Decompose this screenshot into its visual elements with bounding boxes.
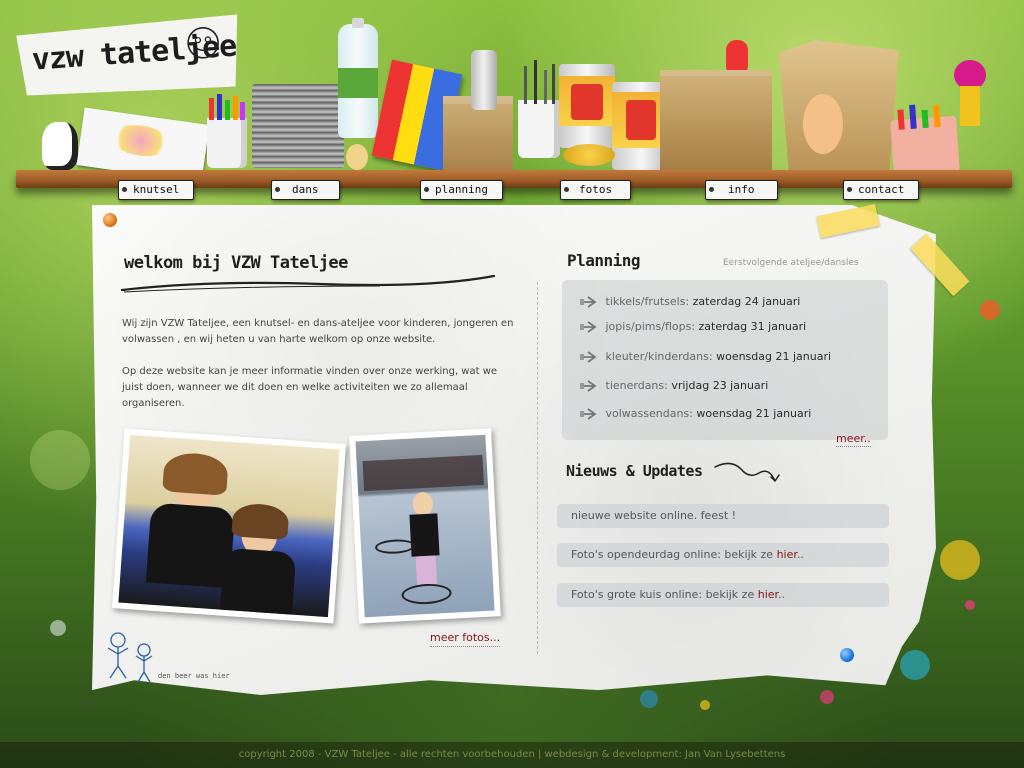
arrow-right-icon: [580, 296, 597, 308]
signature-text: den beer was hier: [158, 672, 230, 680]
news-item: Foto's grote kuis online: bekijk ze hier…: [557, 583, 889, 607]
planning-row: jopis/pims/flops: zaterdag 31 januari: [578, 320, 806, 336]
robot-toy: [471, 50, 497, 110]
footer-text: copyright 2008 - VZW Tateljee - alle rec…: [238, 749, 786, 760]
arrow-right-icon: [580, 380, 597, 392]
arrow-right-icon: [580, 408, 597, 420]
photo-girls-crafting[interactable]: [111, 428, 347, 624]
arrow-right-icon: [580, 321, 597, 333]
planning-row: tienerdans: vrijdag 23 januari: [578, 379, 768, 395]
cd-stack: [252, 84, 344, 168]
planning-title: Planning: [567, 251, 641, 270]
nav-knutsel[interactable]: knutsel: [118, 180, 195, 200]
marker-cup: [207, 94, 247, 168]
paint-lid: [563, 144, 615, 166]
planning-label: volwassendans:: [605, 407, 693, 420]
nav-dans[interactable]: dans: [271, 180, 340, 200]
news-link[interactable]: hier: [758, 588, 778, 601]
nav-contact[interactable]: contact: [843, 180, 920, 200]
brush-cup: [518, 60, 560, 158]
planning-row: volwassendans: woensdag 21 januari: [578, 407, 811, 423]
welcome-title: welkom bij VZW Tateljee: [124, 253, 348, 273]
nav-fotos[interactable]: fotos: [560, 180, 632, 200]
planning-subtitle: Eerstvolgende ateljee/dansles: [723, 258, 859, 268]
news-item: nieuwe website online. feest !: [557, 504, 889, 528]
news-title: Nieuws & Updates: [566, 462, 703, 480]
scribble-underline: [120, 274, 496, 293]
big-box: [660, 70, 772, 170]
planning-date: vrijdag 23 januari: [671, 379, 769, 392]
more-photos-link[interactable]: meer fotos...: [430, 631, 501, 647]
photo-kids-hoops[interactable]: [349, 428, 501, 624]
orange-pin-icon: [103, 213, 117, 227]
news-text: Foto's grote kuis online: bekijk ze: [571, 588, 758, 601]
blue-pin-icon: [840, 648, 854, 662]
news-text: Foto's opendeurdag online: bekijk ze: [571, 548, 777, 561]
swirl-arrow-icon: [714, 462, 780, 482]
planning-date: zaterdag 31 januari: [698, 320, 807, 333]
small-figurine: [346, 144, 368, 170]
water-bottle: [338, 18, 378, 138]
cow-toy: [42, 122, 78, 170]
intro-text: Wij zijn VZW Tateljee, een knutsel- en d…: [122, 316, 514, 428]
planning-label: tikkels/frutsels:: [605, 295, 690, 308]
news-item: Foto's opendeurdag online: bekijk ze hie…: [557, 543, 889, 567]
planning-label: jopis/pims/flops:: [605, 320, 696, 333]
planning-row: kleuter/kinderdans: woensdag 21 januari: [578, 350, 831, 366]
column-divider: [537, 282, 538, 654]
planning-date: woensdag 21 januari: [696, 407, 812, 420]
paint-can-1: [559, 64, 615, 148]
nav-planning[interactable]: planning: [420, 180, 503, 200]
news-tail: ..: [778, 588, 786, 601]
planning-date: woensdag 21 januari: [716, 350, 832, 363]
footer: copyright 2008 - VZW Tateljee - alle rec…: [0, 742, 1024, 768]
doll-figure: [950, 60, 990, 150]
news-link[interactable]: hier: [777, 548, 797, 561]
news-tail: ..: [796, 548, 804, 561]
intro-paragraph-1: Wij zijn VZW Tateljee, een knutsel- en d…: [122, 318, 514, 345]
planning-date: zaterdag 24 januari: [692, 295, 801, 308]
news-text: nieuwe website online. feest !: [571, 509, 737, 522]
open-box: [779, 40, 899, 170]
planning-label: kleuter/kinderdans:: [605, 350, 713, 363]
nav-info[interactable]: info: [705, 180, 778, 200]
bear-doodle-icon: [107, 632, 153, 683]
planning-label: tienerdans:: [605, 379, 668, 392]
arrow-right-icon: [580, 351, 597, 363]
planning-row: tikkels/frutsels: zaterdag 24 januari: [578, 295, 800, 311]
planning-more-link[interactable]: meer..: [836, 432, 871, 447]
shelf-items: [0, 0, 1024, 190]
intro-paragraph-2: Op deze website kan je meer informatie v…: [122, 366, 498, 409]
